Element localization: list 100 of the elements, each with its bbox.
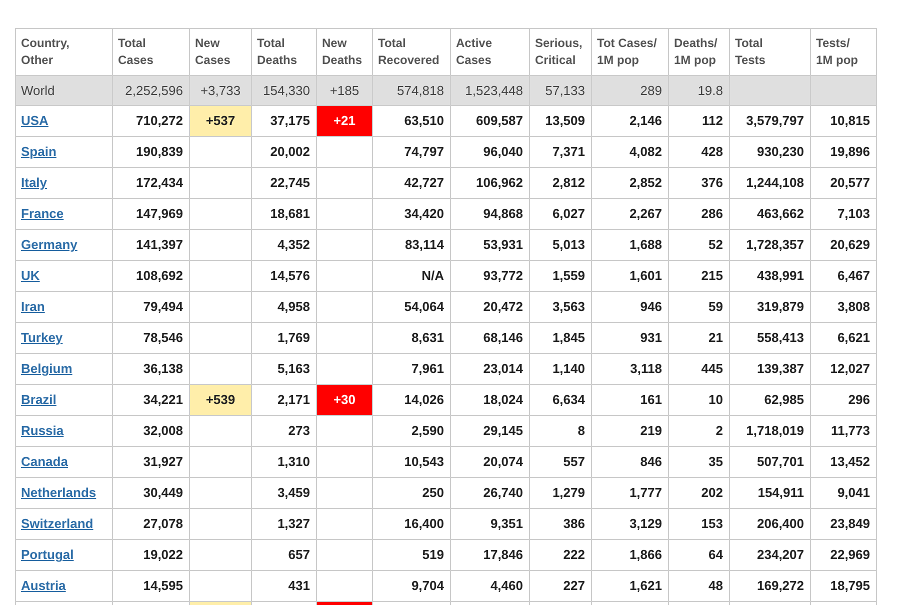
table-cell: 16,400 bbox=[372, 508, 450, 540]
table-cell: 1,621 bbox=[592, 570, 668, 602]
table-cell: 20,472 bbox=[450, 292, 530, 322]
table-cell: 78,546 bbox=[112, 322, 190, 354]
table-cell: 8,631 bbox=[372, 322, 450, 354]
table-cell: 35 bbox=[668, 446, 730, 478]
table-cell: 1,728,357 bbox=[730, 230, 810, 260]
table-cell: 153 bbox=[668, 508, 730, 540]
table-cell: 2 bbox=[668, 416, 730, 446]
table-cell: 13,509 bbox=[530, 106, 592, 136]
table-cell: 558,413 bbox=[730, 322, 810, 354]
table-cell: 62,985 bbox=[730, 384, 810, 416]
table-cell: 1,559 bbox=[530, 260, 592, 292]
table-cell: 234,207 bbox=[730, 540, 810, 570]
table-cell: 42,727 bbox=[372, 168, 450, 198]
country-link[interactable]: Italy bbox=[21, 175, 48, 190]
table-cell: 169,272 bbox=[730, 570, 810, 602]
table-cell: 7,961 bbox=[372, 354, 450, 384]
table-cell: 74,797 bbox=[372, 136, 450, 168]
table-cell: 428 bbox=[668, 136, 730, 168]
table-cell: 1,601 bbox=[592, 260, 668, 292]
table-cell: 273 bbox=[252, 416, 316, 446]
table-cell: 431 bbox=[252, 570, 316, 602]
table-cell: 31,927 bbox=[112, 446, 190, 478]
table-cell: 6,634 bbox=[530, 384, 592, 416]
table-cell: 7,103 bbox=[810, 198, 876, 230]
table-cell: 1,718,019 bbox=[730, 416, 810, 446]
table-cell: 9,351 bbox=[450, 508, 530, 540]
table-cell: 376 bbox=[668, 168, 730, 198]
table-cell: 53,931 bbox=[450, 230, 530, 260]
table-cell: 1,769 bbox=[252, 322, 316, 354]
table-cell: 319,879 bbox=[730, 292, 810, 322]
table-cell: 286 bbox=[668, 198, 730, 230]
table-cell: 10,815 bbox=[810, 106, 876, 136]
table-cell: 2,252,596 bbox=[112, 76, 190, 106]
table-cell: 34,420 bbox=[372, 198, 450, 230]
table-cell: 36,138 bbox=[112, 354, 190, 384]
table-cell: 296 bbox=[810, 384, 876, 416]
table-cell: 14,595 bbox=[112, 570, 190, 602]
table-cell: 20,074 bbox=[450, 446, 530, 478]
table-cell: 18,024 bbox=[450, 384, 530, 416]
table-cell: 22,745 bbox=[252, 168, 316, 198]
table-cell: 32,008 bbox=[112, 416, 190, 446]
table-cell: 154,330 bbox=[252, 76, 316, 106]
table-cell: 1,279 bbox=[530, 478, 592, 508]
table-cell: 227 bbox=[530, 570, 592, 602]
table-cell: 215 bbox=[668, 260, 730, 292]
table-cell: 161 bbox=[592, 384, 668, 416]
table-cell: 4,958 bbox=[252, 292, 316, 322]
table-cell: 3,579,797 bbox=[730, 106, 810, 136]
new-cases-cell: +539 bbox=[190, 384, 252, 416]
table-cell: 5,163 bbox=[252, 354, 316, 384]
table-cell: 23,014 bbox=[450, 354, 530, 384]
table-cell: 609,587 bbox=[450, 106, 530, 136]
table-cell: 13,452 bbox=[810, 446, 876, 478]
table-cell: 17,846 bbox=[450, 540, 530, 570]
table-cell: 931 bbox=[592, 322, 668, 354]
table-cell: 63,510 bbox=[372, 106, 450, 136]
table-cell: 2,267 bbox=[592, 198, 668, 230]
table-cell: 2,812 bbox=[530, 168, 592, 198]
table-cell: 557 bbox=[530, 446, 592, 478]
country-link[interactable]: Spain bbox=[21, 144, 56, 160]
table-cell: 57,133 bbox=[530, 76, 592, 106]
table-cell: 202 bbox=[668, 478, 730, 508]
table-cell: 206,400 bbox=[730, 508, 810, 540]
table-cell: 96,040 bbox=[450, 136, 530, 168]
table-cell: 18,795 bbox=[810, 570, 876, 602]
table-cell: 52 bbox=[668, 230, 730, 260]
table-cell: 8 bbox=[530, 416, 592, 446]
table-cell: 2,852 bbox=[592, 168, 668, 198]
table-cell: 79,494 bbox=[112, 292, 190, 322]
country-link[interactable]: Iran bbox=[21, 299, 45, 314]
table-cell: 154,911 bbox=[730, 478, 810, 508]
table-cell: 7,371 bbox=[530, 136, 592, 168]
table-cell: 190,839 bbox=[112, 136, 190, 168]
table-cell: 519 bbox=[372, 540, 450, 570]
table-cell: 64 bbox=[668, 540, 730, 570]
table-cell: 11,773 bbox=[810, 416, 876, 446]
table-cell: 4,082 bbox=[592, 136, 668, 168]
table-cell: 507,701 bbox=[730, 446, 810, 478]
table-cell: 438,991 bbox=[730, 260, 810, 292]
table-cell: 14,576 bbox=[252, 260, 316, 292]
table-cell: 1,310 bbox=[252, 446, 316, 478]
country-link[interactable]: UK bbox=[21, 268, 40, 284]
table-cell: 386 bbox=[530, 508, 592, 540]
table-cell: 14,026 bbox=[372, 384, 450, 416]
table-cell: 2,590 bbox=[372, 416, 450, 446]
table-cell: 20,577 bbox=[810, 168, 876, 198]
table-cell: 3,563 bbox=[530, 292, 592, 322]
table-cell: 930,230 bbox=[730, 136, 810, 168]
table-cell: 147,969 bbox=[112, 198, 190, 230]
table-cell: 29,145 bbox=[450, 416, 530, 446]
table-cell: 1,866 bbox=[592, 540, 668, 570]
table-cell: 1,327 bbox=[252, 508, 316, 540]
table-cell: 27,078 bbox=[112, 508, 190, 540]
country-link[interactable]: Brazil bbox=[21, 392, 56, 408]
table-cell: 30,449 bbox=[112, 478, 190, 508]
table-cell: 106,962 bbox=[450, 168, 530, 198]
country-link[interactable]: USA bbox=[21, 113, 48, 128]
table-cell: 4,352 bbox=[252, 230, 316, 260]
